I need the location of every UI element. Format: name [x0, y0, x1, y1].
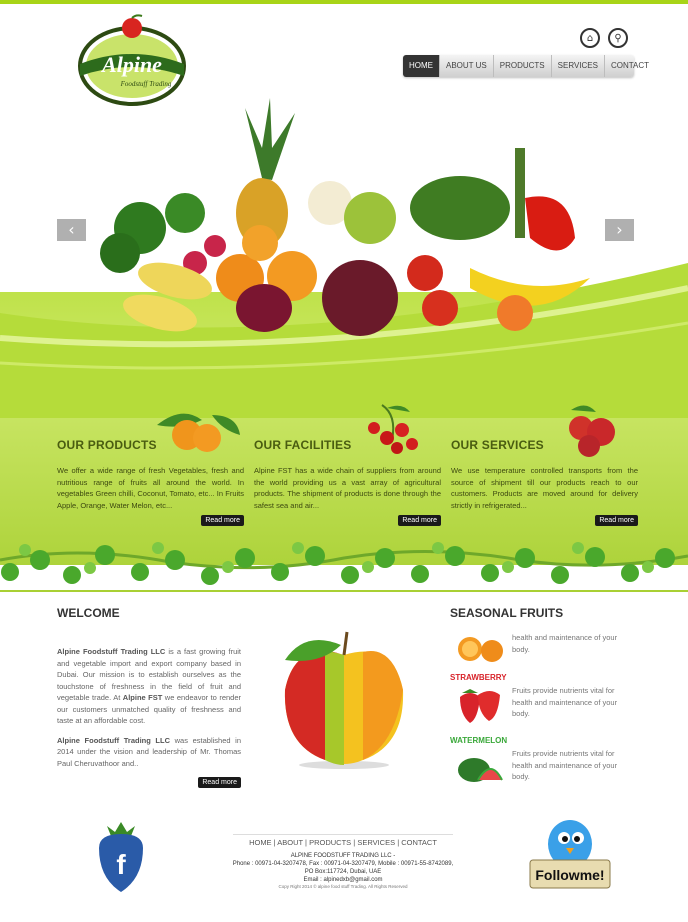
hero-slider-image	[0, 98, 688, 418]
nav-services[interactable]: SERVICES	[552, 55, 605, 77]
our-products-text: We offer a wide range of fresh Vegetable…	[57, 466, 244, 510]
footer-po-box: PO Box:117724, Dubai, UAE	[304, 869, 382, 875]
welcome-paragraph-1: Alpine Foodstuff Trading LLC is a fast g…	[57, 646, 241, 727]
seasonal-fruits-section: SEASONAL FRUITS health and maintenance o…	[450, 606, 636, 796]
footer-contact-info: ALPINE FOODSTUFF TRADING LLC - Phone : 0…	[218, 852, 468, 884]
our-services-text: We use temperature controlled transports…	[451, 466, 638, 510]
svg-text:f: f	[116, 849, 126, 880]
our-facilities-text: Alpine FST has a wide chain of suppliers…	[254, 466, 441, 510]
welcome-paragraph-2: Alpine Foodstuff Trading LLC was establi…	[57, 735, 241, 770]
seasonal-fruits-title: SEASONAL FRUITS	[450, 606, 564, 620]
footer-nav: HOME | ABOUT | PRODUCTS | SERVICES | CON…	[233, 834, 453, 847]
nav-products[interactable]: PRODUCTS	[494, 55, 552, 77]
cherries-icon	[368, 404, 418, 454]
slider-prev-button[interactable]: ‹	[57, 219, 86, 241]
logo-name: Alpine	[100, 52, 162, 77]
column-our-services: OUR SERVICES We use temperature controll…	[451, 400, 638, 526]
footer-link-contact[interactable]: CONTACT	[401, 838, 437, 847]
orange-slices-icon	[458, 637, 503, 662]
footer-link-about[interactable]: ABOUT	[277, 838, 303, 847]
nav-contact[interactable]: CONTACT	[605, 55, 655, 77]
strawberry-text: Fruits provide nutrients vital for healt…	[512, 686, 618, 718]
welcome-company-name-2: Alpine Foodstuff Trading LLC	[57, 735, 171, 745]
follow-me-twitter-icon[interactable]: Followme!	[526, 816, 614, 894]
footer-company: ALPINE FOODSTUFF TRADING LLC -	[290, 853, 396, 859]
footer-email: Email : alpinedxb@gmail.com	[303, 877, 383, 883]
nav-about-us[interactable]: ABOUT US	[440, 55, 494, 77]
footer-link-services[interactable]: SERVICES	[357, 838, 395, 847]
home-icon[interactable]: ⌂	[580, 28, 600, 48]
vine-border-decoration	[0, 542, 688, 590]
oranges-icon	[157, 413, 240, 452]
strawberry-icon	[460, 689, 500, 723]
welcome-read-more[interactable]: Read more	[198, 777, 241, 788]
apple-image	[284, 631, 404, 769]
welcome-section: WELCOME Alpine Foodstuff Trading LLC is …	[57, 606, 241, 788]
nav-home[interactable]: HOME	[403, 55, 440, 77]
main-nav: HOME ABOUT US PRODUCTS SERVICES CONTACT	[403, 55, 649, 77]
link-icon[interactable]: ⚲	[608, 28, 628, 48]
welcome-brand: Alpine FST	[122, 693, 163, 702]
apples-icon	[569, 405, 615, 457]
column-our-facilities: OUR FACILITIES Alpine FST has a wide cha…	[254, 400, 441, 526]
slider-next-button[interactable]: ›	[605, 219, 634, 241]
footer-link-products[interactable]: PRODUCTS	[309, 838, 351, 847]
column-our-products: OUR PRODUCTS We offer a wide range of fr…	[57, 400, 244, 526]
footer-link-home[interactable]: HOME	[249, 838, 272, 847]
watermelon-text: Fruits provide nutrients vital for healt…	[512, 749, 618, 781]
seasonal-item-strawberry: STRAWBERRY Fruits provide nutrients vita…	[450, 673, 635, 729]
orange-text: health and maintenance of your body.	[512, 633, 618, 654]
welcome-title: WELCOME	[57, 606, 120, 620]
seasonal-item-watermelon: WATERMELON Fruits provide nutrients vita…	[450, 736, 635, 792]
top-accent-bar	[0, 0, 688, 4]
watermelon-icon	[458, 758, 503, 782]
header-icons: ⌂ ⚲	[580, 28, 628, 48]
follow-me-label: Followme!	[535, 867, 604, 883]
seasonal-item-orange: health and maintenance of your body.	[450, 632, 635, 668]
welcome-company-name: Alpine Foodstuff Trading LLC	[57, 647, 166, 656]
footer-phone: Phone : 00971-04-3207478, Fax : 00971-04…	[232, 861, 454, 867]
facebook-icon[interactable]: f	[93, 818, 149, 894]
logo-tagline: Foodstuff Trading	[120, 80, 172, 88]
strawberry-label: STRAWBERRY	[450, 673, 507, 682]
watermelon-label: WATERMELON	[450, 736, 508, 745]
footer-copyright: Copy Right 2014 © alpine food stuff Trad…	[278, 884, 408, 889]
